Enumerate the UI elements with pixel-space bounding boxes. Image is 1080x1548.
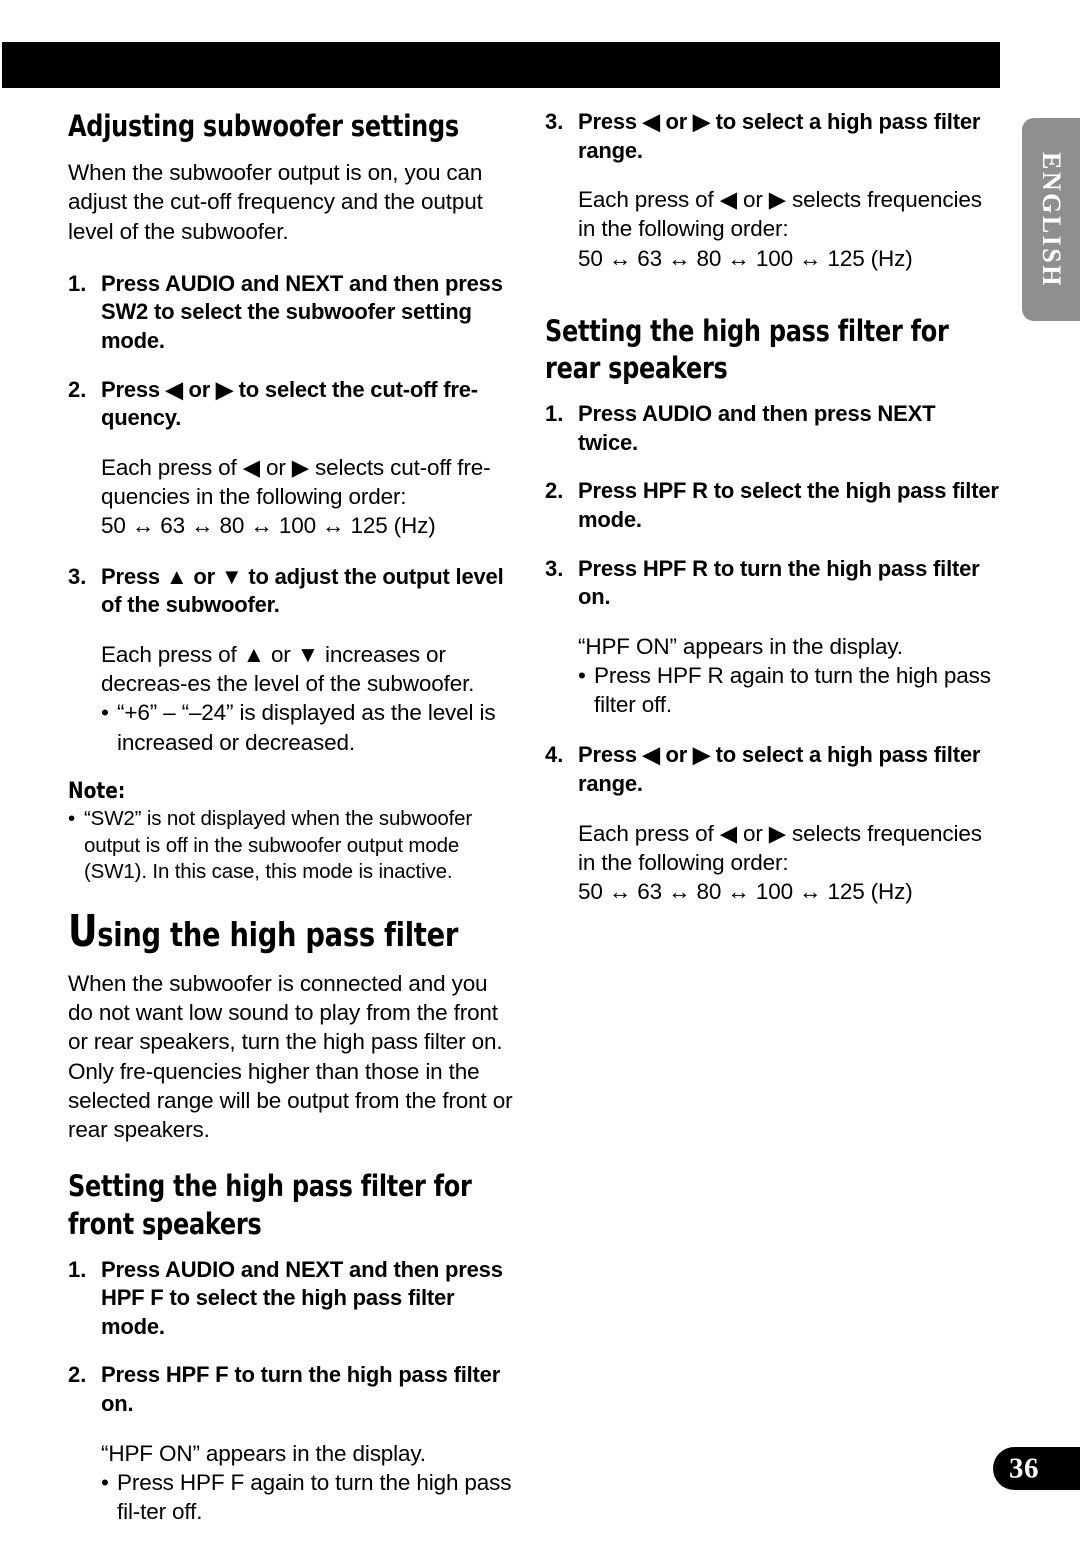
intro-paragraph-high-pass-filter: When the subwoofer is connected and you … <box>68 970 513 1143</box>
step-item: 1. Press AUDIO and NEXT and then press H… <box>68 1256 516 1342</box>
step-text: Press AUDIO and then press NEXT twice. <box>578 401 936 455</box>
step-number: 2. <box>68 376 87 402</box>
heading-drop-cap: U <box>68 906 98 958</box>
step-item: 1. Press AUDIO and NEXT and then press S… <box>68 270 516 356</box>
bullet-item: • Press HPF F again to turn the high pas… <box>101 1468 516 1527</box>
bullet-text: Press HPF F again to turn the high pass … <box>117 1469 512 1525</box>
step-text: Press HPF R to select the high pass filt… <box>578 478 999 532</box>
step-item: 2. Press ◀ or ▶ to select the cut-off fr… <box>68 376 516 433</box>
bullet-dot-icon: • <box>68 806 76 830</box>
heading-remainder: sing the high pass filter <box>97 915 459 955</box>
step-number: 3. <box>545 555 564 581</box>
note-label: Note: <box>68 778 126 804</box>
step-text: Press ◀ or ▶ to select a high pass filte… <box>578 742 981 797</box>
subsection-heading-hpf-front-speakers: Setting the high pass filter for front s… <box>68 1169 472 1241</box>
step-number: 4. <box>545 742 564 768</box>
step-detail: Each press of ◀ or ▶ selects cut-off fre… <box>101 453 516 541</box>
bullet-item: • “+6” – “–24” is displayed as the level… <box>101 698 516 757</box>
frequency-sequence: 50 ↔ 63 ↔ 80 ↔ 100 ↔ 125 (Hz) <box>578 879 913 905</box>
bullet-dot-icon: • <box>101 1469 109 1495</box>
step-detail-text: Each press of ◀ or ▶ selects cut-off fre… <box>101 454 491 510</box>
step-item: 2. Press HPF R to select the high pass f… <box>545 477 1000 534</box>
step-text: Press ◀ or ▶ to select the cut-off fre-q… <box>101 376 478 431</box>
bullet-dot-icon: • <box>578 662 586 688</box>
section-heading-adjusting-subwoofer-settings: Adjusting subwoofer settings <box>68 109 459 143</box>
language-tab-label: ENGLISH <box>1037 151 1066 288</box>
step-text: Press AUDIO and NEXT and then press HPF … <box>101 1256 503 1339</box>
step-item: 2. Press HPF F to turn the high pass fil… <box>68 1361 516 1418</box>
step-detail: Each press of ◀ or ▶ selects frequencies… <box>578 185 1000 273</box>
step-number: 1. <box>68 270 87 296</box>
left-column: Adjusting subwoofer settings When the su… <box>68 108 516 1548</box>
step-detail: “HPF ON” appears in the display. • Press… <box>578 632 1000 720</box>
step-detail-text: “HPF ON” appears in the display. <box>101 1440 426 1466</box>
right-column: 3. Press ◀ or ▶ to select a high pass fi… <box>545 108 1000 928</box>
step-item: 3. Press ◀ or ▶ to select a high pass fi… <box>545 108 1000 165</box>
top-black-banner <box>2 42 1000 88</box>
note-bullet-text: “SW2” is not displayed when the subwoofe… <box>84 806 473 884</box>
step-number: 3. <box>68 563 87 589</box>
bullet-text: “+6” – “–24” is displayed as the level i… <box>117 700 496 755</box>
section-heading-using-high-pass-filter: Using the high pass filter <box>68 910 480 955</box>
bullet-text: Press HPF R again to turn the high pass … <box>594 662 991 718</box>
intro-paragraph-subwoofer: When the subwoofer output is on, you can… <box>68 160 483 244</box>
bullet-item: • Press HPF R again to turn the high pas… <box>578 661 1000 720</box>
step-number: 2. <box>68 1362 87 1388</box>
step-item: 3. Press HPF R to turn the high pass fil… <box>545 555 1000 612</box>
frequency-sequence: 50 ↔ 63 ↔ 80 ↔ 100 ↔ 125 (Hz) <box>101 513 436 539</box>
step-text: Press HPF R to turn the high pass filter… <box>578 555 980 610</box>
step-detail: Each press of ◀ or ▶ selects frequencies… <box>578 819 1000 907</box>
language-tab: ENGLISH <box>1022 118 1080 321</box>
step-text: Press HPF F to turn the high pass filter… <box>101 1362 501 1416</box>
step-text: Press ▲ or ▼ to adjust the output level … <box>101 563 504 618</box>
step-item: 3. Press ▲ or ▼ to adjust the output lev… <box>68 563 516 620</box>
step-detail: “HPF ON” appears in the display. • Press… <box>101 1439 516 1527</box>
step-number: 1. <box>545 401 564 427</box>
step-detail: Each press of ▲ or ▼ increases or decrea… <box>101 640 516 757</box>
step-detail-text: Each press of ◀ or ▶ selects frequencies… <box>578 820 982 875</box>
frequency-sequence: 50 ↔ 63 ↔ 80 ↔ 100 ↔ 125 (Hz) <box>578 245 913 271</box>
step-text: Press ◀ or ▶ to select a high pass filte… <box>578 109 981 163</box>
bullet-dot-icon: • <box>101 700 109 726</box>
step-detail-text: Each press of ◀ or ▶ selects frequencies… <box>578 187 982 242</box>
step-item: 4. Press ◀ or ▶ to select a high pass fi… <box>545 741 1000 798</box>
step-number: 1. <box>68 1256 87 1282</box>
subsection-heading-hpf-rear-speakers: Setting the high pass filter for rear sp… <box>545 313 949 386</box>
page-number-tab: 36 <box>993 1447 1080 1490</box>
step-number: 3. <box>545 109 564 134</box>
note-bullet-item: • “SW2” is not displayed when the subwoo… <box>68 806 516 887</box>
step-text: Press AUDIO and NEXT and then press SW2 … <box>101 270 503 354</box>
step-detail-text: Each press of ▲ or ▼ increases or decrea… <box>101 641 475 697</box>
step-detail-text: “HPF ON” appears in the display. <box>578 633 903 659</box>
step-number: 2. <box>545 478 564 504</box>
page-number: 36 <box>1009 1452 1039 1484</box>
step-item: 1. Press AUDIO and then press NEXT twice… <box>545 400 1000 457</box>
